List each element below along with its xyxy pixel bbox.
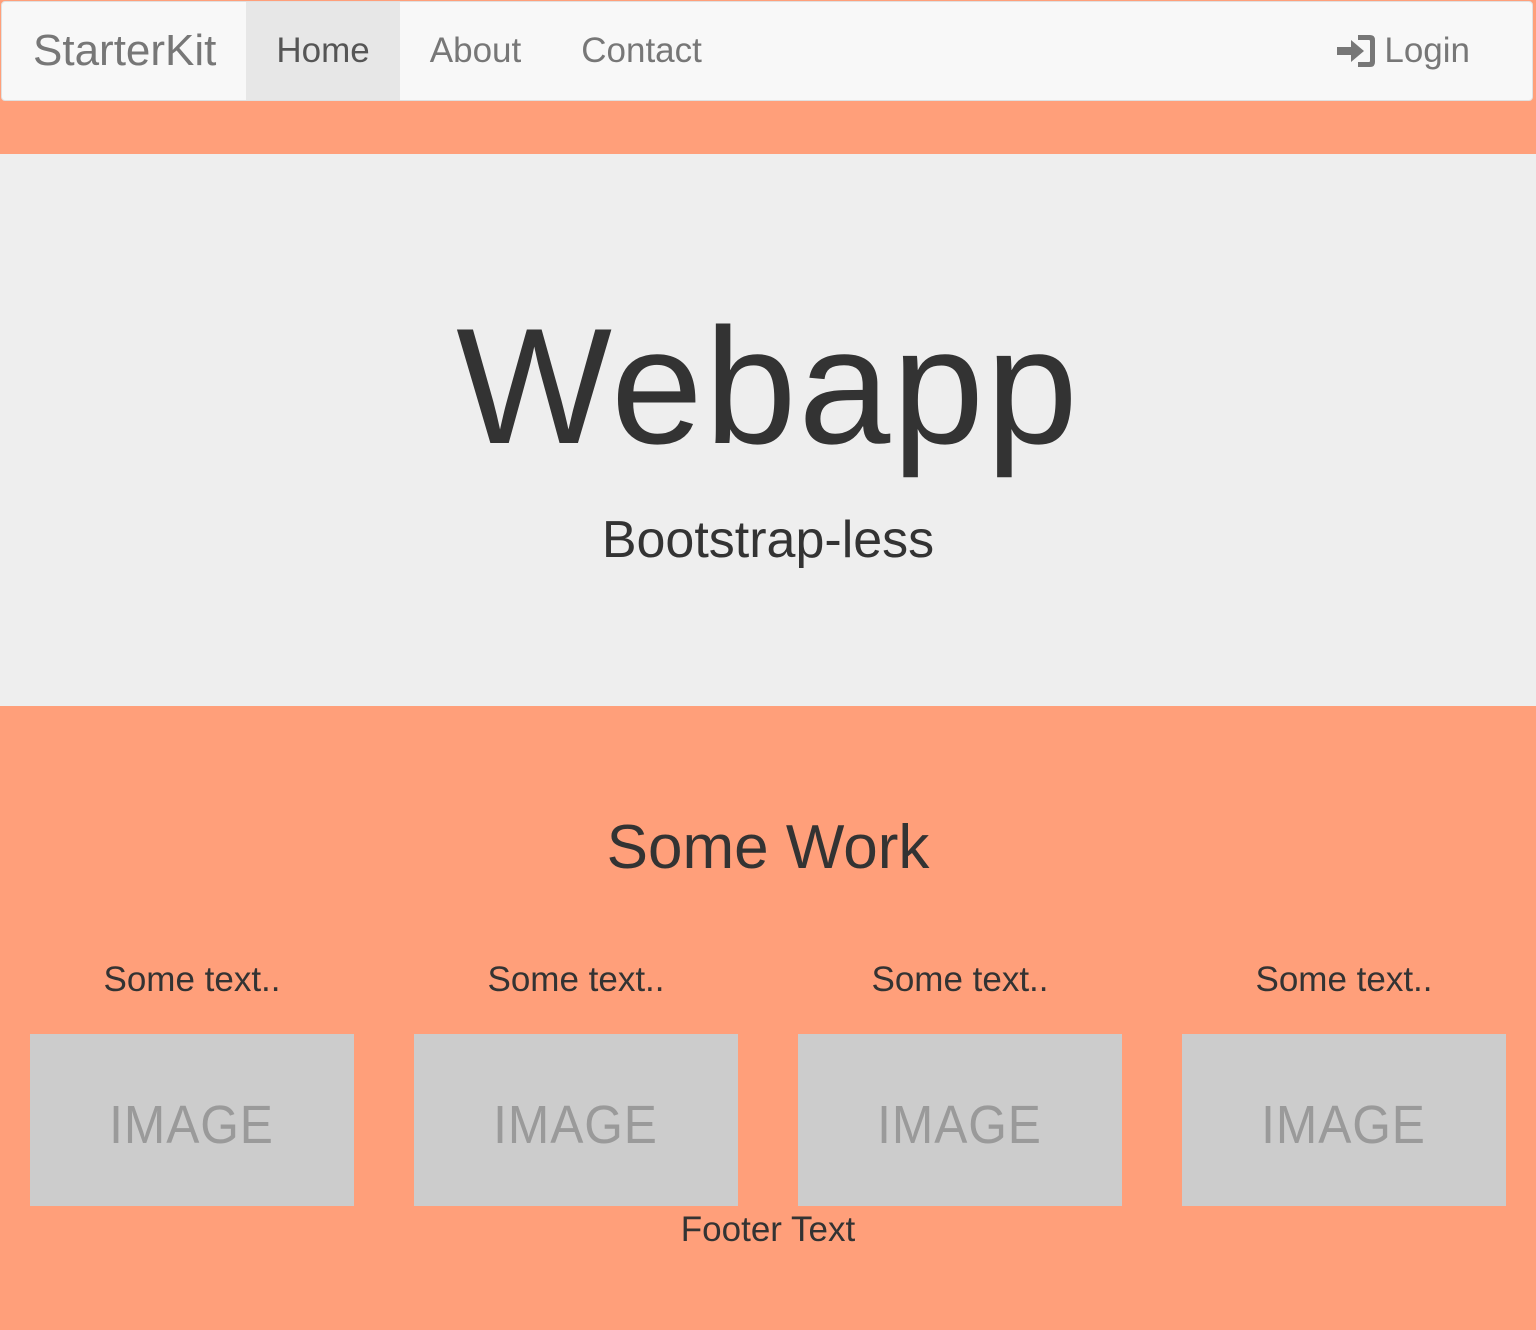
work-card-image: IMAGE <box>798 1034 1122 1206</box>
footer-text: Footer Text <box>680 1210 856 1249</box>
hero-subtitle: Bootstrap-less <box>601 511 935 569</box>
image-placeholder-label: IMAGE <box>493 1095 659 1155</box>
nav-item-home[interactable]: Home <box>246 2 400 100</box>
work-card: Some text.. IMAGE <box>414 962 738 1206</box>
login-label: Login <box>1384 31 1470 70</box>
hero-title: Webapp <box>456 294 1080 478</box>
nav-item-contact[interactable]: Contact <box>551 2 732 100</box>
work-card-text: Some text.. <box>1255 960 1433 999</box>
nav-item-about[interactable]: About <box>400 2 551 100</box>
work-card-image: IMAGE <box>1182 1034 1506 1206</box>
work-card-text: Some text.. <box>871 960 1049 999</box>
work-card-text: Some text.. <box>103 960 281 999</box>
hero-jumbotron: Webapp Bootstrap-less <box>0 154 1536 706</box>
sign-in-icon <box>1337 35 1376 67</box>
work-section-title: Some Work <box>606 813 930 882</box>
image-placeholder-label: IMAGE <box>109 1095 275 1155</box>
work-card: Some text.. IMAGE <box>798 962 1122 1206</box>
work-card-image: IMAGE <box>30 1034 354 1206</box>
work-card-text: Some text.. <box>487 960 665 999</box>
work-card: Some text.. IMAGE <box>30 962 354 1206</box>
brand-link[interactable]: StarterKit <box>2 2 246 100</box>
work-card-image: IMAGE <box>414 1034 738 1206</box>
login-link[interactable]: Login <box>1307 2 1532 100</box>
image-placeholder-label: IMAGE <box>877 1095 1043 1155</box>
work-card: Some text.. IMAGE <box>1182 962 1506 1206</box>
top-navbar: StarterKit Home About Contact Login <box>1 1 1533 101</box>
image-placeholder-label: IMAGE <box>1261 1095 1427 1155</box>
